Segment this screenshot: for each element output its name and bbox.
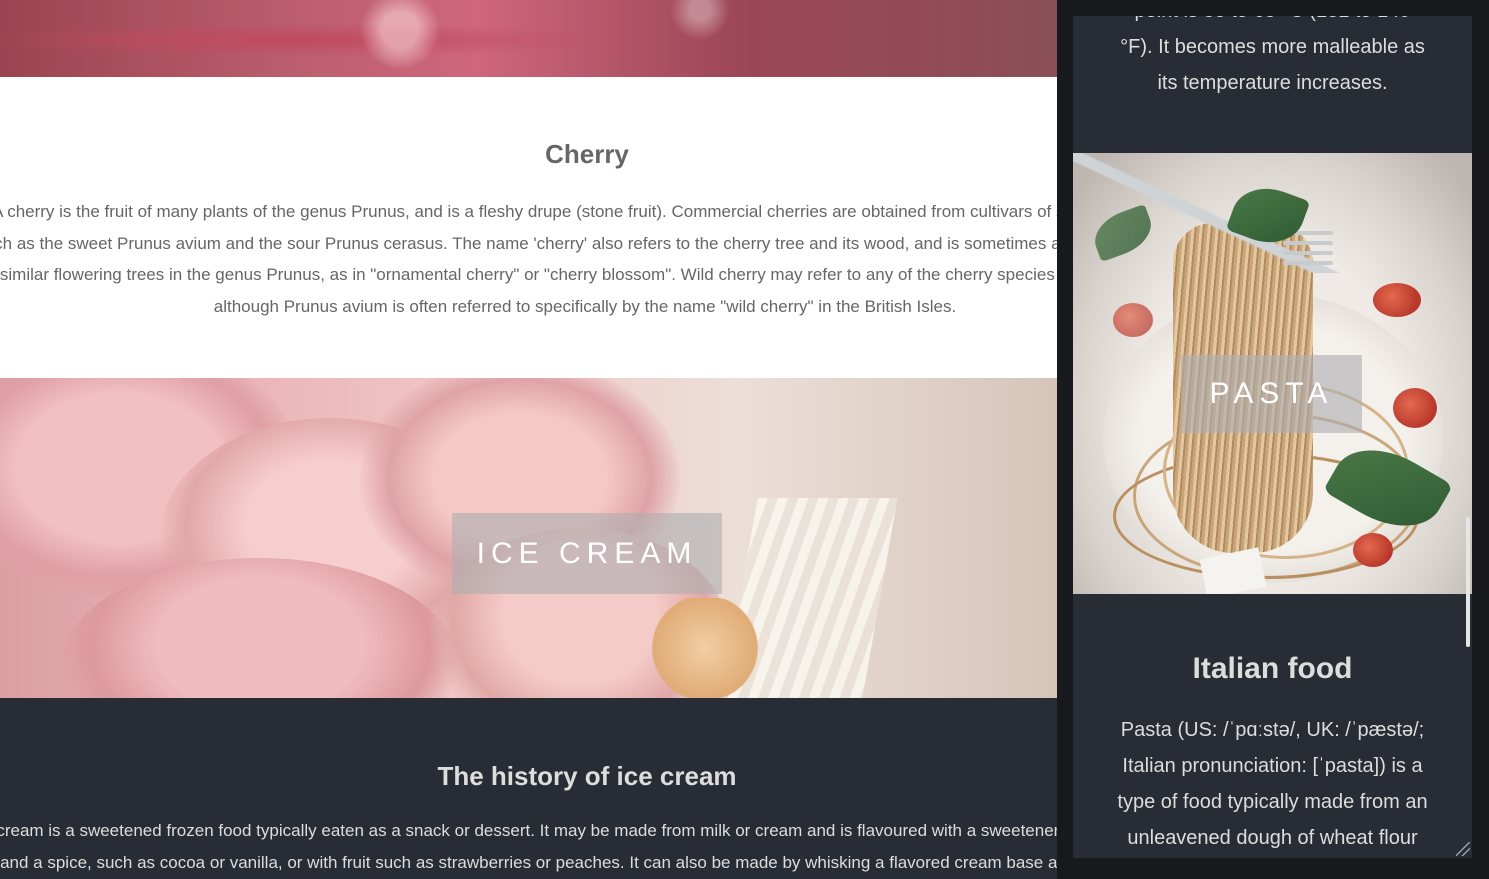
cherry-title: Cherry [545,139,629,169]
pasta-text-line: point is 55 to 65 °C (131 to 149 [1073,16,1472,29]
cherry-description: A cherry is the fruit of many plants of … [0,196,1057,322]
cherry-line: although Prunus avium is often referred … [213,296,957,316]
pasta-description: Pasta (US: /ˈpɑːstə/, UK: /ˈpæstə/; Ital… [1073,712,1472,856]
main-page: Cherry A cherry is the fruit of many pla… [0,0,1057,879]
ice-cream-description: Ice cream is a sweetened frozen food typ… [0,815,1057,878]
cherry-line: such as the sweet Prunus avium and the s… [0,233,1057,253]
scrollbar-thumb[interactable] [1466,517,1470,647]
cherry-hero-image [0,0,1057,77]
side-panel: point is 55 to 65 °C (131 to 149 °F). It… [1057,0,1489,879]
cherry-section: Cherry A cherry is the fruit of many pla… [0,77,1057,378]
pasta-description-line: Pasta (US: /ˈpɑːstə/, UK: /ˈpæstə/; [1120,719,1425,741]
pasta-hero-image: PASTA [1073,153,1472,594]
italian-food-title: Italian food [1192,652,1353,685]
ice-cream-banner: ICE CREAM [452,513,722,594]
cherry-line: and visually similar flowering trees in … [0,265,1057,285]
side-panel-scroll-area[interactable]: point is 55 to 65 °C (131 to 149 °F). It… [1073,16,1472,858]
ice-cream-section: The history of ice cream Ice cream is a … [0,698,1057,879]
pasta-text-line: °F). It becomes more malleable as [1120,36,1425,58]
pasta-banner: PASTA [1181,355,1362,433]
cherry-line: A cherry is the fruit of many plants of … [0,202,1057,221]
ice-cream-title: The history of ice cream [437,761,737,791]
pasta-description-line: Italian pronunciation: [ˈpasta]) is a [1122,755,1423,777]
pasta-text-line: its temperature increases. [1157,72,1388,94]
ice-cream-line: alternative, and a spice, such as cocoa … [0,852,1057,872]
ice-cream-hero-image: ICE CREAM [0,378,1057,698]
pasta-description-line: unleavened dough of wheat flour [1127,827,1418,849]
resize-grip-icon[interactable] [1456,842,1470,856]
ice-cream-line: Ice cream is a sweetened frozen food typ… [0,821,1057,840]
pasta-description-line: type of food typically made from an [1117,791,1428,813]
